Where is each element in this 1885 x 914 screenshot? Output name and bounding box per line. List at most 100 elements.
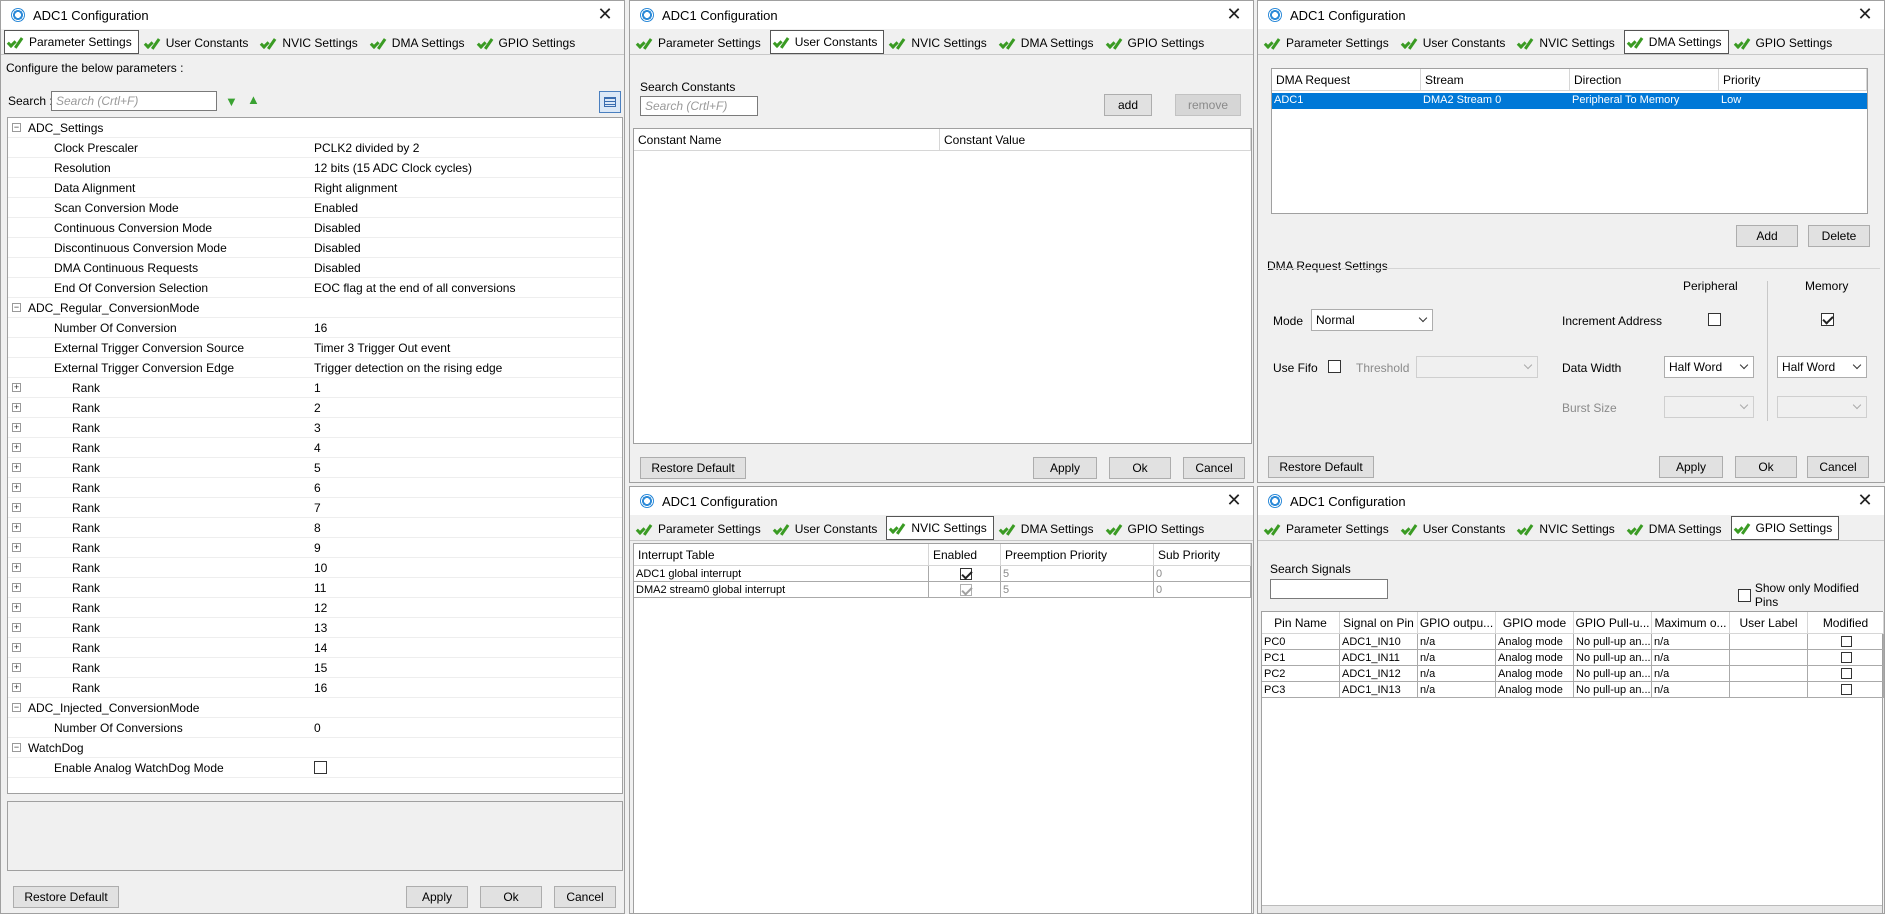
- col-maximum-output[interactable]: Maximum o...: [1652, 612, 1730, 634]
- tab-dma-settings[interactable]: DMA Settings: [1624, 518, 1729, 540]
- tab-gpio-settings[interactable]: GPIO Settings: [1103, 518, 1212, 540]
- tree-group-row[interactable]: − ADC_Injected_ConversionMode: [8, 698, 622, 718]
- gpio-table-cell[interactable]: n/a: [1418, 634, 1496, 650]
- expand-icon[interactable]: +: [12, 383, 21, 392]
- tab-nvic-settings[interactable]: NVIC Settings: [1514, 32, 1621, 54]
- mode-select[interactable]: Normal: [1311, 309, 1433, 331]
- close-icon[interactable]: ✕: [1854, 4, 1876, 26]
- peripheral-increment-checkbox[interactable]: [1708, 313, 1721, 326]
- cell-pin-name[interactable]: PC3: [1262, 682, 1340, 698]
- expand-icon[interactable]: +: [12, 443, 21, 452]
- dma-add-button[interactable]: Add: [1736, 225, 1798, 247]
- col-modified[interactable]: Modified: [1808, 612, 1884, 634]
- tree-param-row[interactable]: + Rank 15: [8, 658, 622, 678]
- tree-param-row[interactable]: + Rank 4: [8, 438, 622, 458]
- gpio-table-cell[interactable]: [1730, 666, 1808, 682]
- param-value[interactable]: 2: [314, 401, 321, 415]
- tab-user-constants[interactable]: User Constants: [769, 30, 885, 54]
- search-input[interactable]: Search (Crtl+F): [51, 91, 217, 111]
- cancel-button[interactable]: Cancel: [1183, 457, 1245, 479]
- tab-dma-settings[interactable]: DMA Settings: [367, 32, 472, 54]
- param-value[interactable]: 8: [314, 521, 321, 535]
- gpio-table-cell[interactable]: [1730, 634, 1808, 650]
- expand-icon[interactable]: +: [12, 643, 21, 652]
- gpio-table-cell[interactable]: ADC1_IN12: [1340, 666, 1418, 682]
- dma-table-row[interactable]: ADC1 DMA2 Stream 0 Peripheral To Memory …: [1272, 93, 1867, 109]
- close-icon[interactable]: ✕: [1223, 490, 1245, 512]
- gpio-table-cell[interactable]: No pull-up an...: [1574, 650, 1652, 666]
- cell-sub-priority[interactable]: 0: [1154, 582, 1251, 598]
- tab-gpio-settings[interactable]: GPIO Settings: [474, 32, 583, 54]
- tab-parameter-settings[interactable]: Parameter Settings: [633, 32, 768, 54]
- title-bar[interactable]: ADC1 Configuration ✕: [630, 1, 1253, 29]
- show-only-modified-checkbox[interactable]: [1738, 588, 1751, 602]
- col-signal-on-pin[interactable]: Signal on Pin: [1340, 612, 1418, 634]
- table-view-icon[interactable]: [599, 91, 621, 113]
- col-user-label[interactable]: User Label: [1730, 612, 1808, 634]
- memory-increment-checkbox[interactable]: [1821, 313, 1834, 326]
- tree-param-row[interactable]: + Rank 1: [8, 378, 622, 398]
- arrow-down-icon[interactable]: ▼: [225, 94, 238, 109]
- tab-gpio-settings[interactable]: GPIO Settings: [1730, 516, 1840, 540]
- col-sub-priority[interactable]: Sub Priority: [1154, 544, 1251, 566]
- collapse-icon[interactable]: −: [12, 123, 21, 132]
- title-bar[interactable]: ADC1 Configuration ✕: [630, 487, 1253, 515]
- param-value[interactable]: Timer 3 Trigger Out event: [314, 341, 450, 355]
- param-value[interactable]: Right alignment: [314, 181, 397, 195]
- search-constants-input[interactable]: Search (Crtl+F): [640, 96, 758, 116]
- cancel-button[interactable]: Cancel: [1807, 456, 1869, 478]
- remove-button[interactable]: remove: [1175, 94, 1241, 116]
- apply-button[interactable]: Apply: [1033, 457, 1097, 479]
- tree-param-row[interactable]: Scan Conversion Mode Enabled: [8, 198, 622, 218]
- expand-icon[interactable]: +: [12, 503, 21, 512]
- tab-nvic-settings[interactable]: NVIC Settings: [1514, 518, 1621, 540]
- tab-nvic-settings[interactable]: NVIC Settings: [257, 32, 364, 54]
- tab-parameter-settings[interactable]: Parameter Settings: [4, 30, 139, 54]
- gpio-table-cell[interactable]: n/a: [1652, 682, 1730, 698]
- col-pin-name[interactable]: Pin Name: [1262, 612, 1340, 634]
- tab-dma-settings[interactable]: DMA Settings: [996, 518, 1101, 540]
- gpio-table-cell[interactable]: n/a: [1652, 666, 1730, 682]
- tab-parameter-settings[interactable]: Parameter Settings: [633, 518, 768, 540]
- cell-pin-name[interactable]: PC0: [1262, 634, 1340, 650]
- tab-user-constants[interactable]: User Constants: [1398, 518, 1513, 540]
- tab-nvic-settings[interactable]: NVIC Settings: [886, 32, 993, 54]
- tree-param-row[interactable]: + Rank 7: [8, 498, 622, 518]
- tree-param-row[interactable]: Number Of Conversions 0: [8, 718, 622, 738]
- param-value[interactable]: 6: [314, 481, 321, 495]
- param-value[interactable]: 13: [314, 621, 327, 635]
- tree-param-row[interactable]: + Rank 11: [8, 578, 622, 598]
- ok-button[interactable]: Ok: [1735, 456, 1797, 478]
- param-value[interactable]: 16: [314, 321, 327, 335]
- param-value[interactable]: 5: [314, 461, 321, 475]
- tree-param-row[interactable]: + Rank 5: [8, 458, 622, 478]
- adc1-interrupt-enabled-checkbox[interactable]: [959, 567, 972, 580]
- param-value[interactable]: Trigger detection on the rising edge: [314, 361, 502, 375]
- param-value[interactable]: 1: [314, 381, 321, 395]
- tab-user-constants[interactable]: User Constants: [1398, 32, 1513, 54]
- arrow-up-icon[interactable]: ▲: [247, 92, 260, 107]
- gpio-table-cell[interactable]: ADC1_IN13: [1340, 682, 1418, 698]
- param-value[interactable]: Disabled: [314, 241, 361, 255]
- apply-button[interactable]: Apply: [406, 886, 468, 908]
- tree-group-row[interactable]: − WatchDog: [8, 738, 622, 758]
- param-value[interactable]: 9: [314, 541, 321, 555]
- cell-preemption-priority[interactable]: 5: [1001, 582, 1154, 598]
- restore-default-button[interactable]: Restore Default: [13, 886, 119, 908]
- tree-param-row[interactable]: + Rank 16: [8, 678, 622, 698]
- threshold-select[interactable]: [1416, 356, 1538, 378]
- col-constant-name[interactable]: Constant Name: [634, 129, 940, 151]
- expand-icon[interactable]: +: [12, 423, 21, 432]
- param-value[interactable]: 4: [314, 441, 321, 455]
- col-stream[interactable]: Stream: [1421, 69, 1570, 91]
- expand-icon[interactable]: +: [12, 523, 21, 532]
- memory-burst-size-select[interactable]: [1777, 396, 1867, 418]
- tree-param-row[interactable]: External Trigger Conversion Edge Trigger …: [8, 358, 622, 378]
- dma-delete-button[interactable]: Delete: [1808, 225, 1870, 247]
- cell-preemption-priority[interactable]: 5: [1001, 566, 1154, 582]
- tree-param-row[interactable]: Number Of Conversion 16: [8, 318, 622, 338]
- collapse-icon[interactable]: −: [12, 703, 21, 712]
- expand-icon[interactable]: +: [12, 603, 21, 612]
- tree-param-row[interactable]: + Rank 13: [8, 618, 622, 638]
- gpio-table-cell[interactable]: n/a: [1652, 650, 1730, 666]
